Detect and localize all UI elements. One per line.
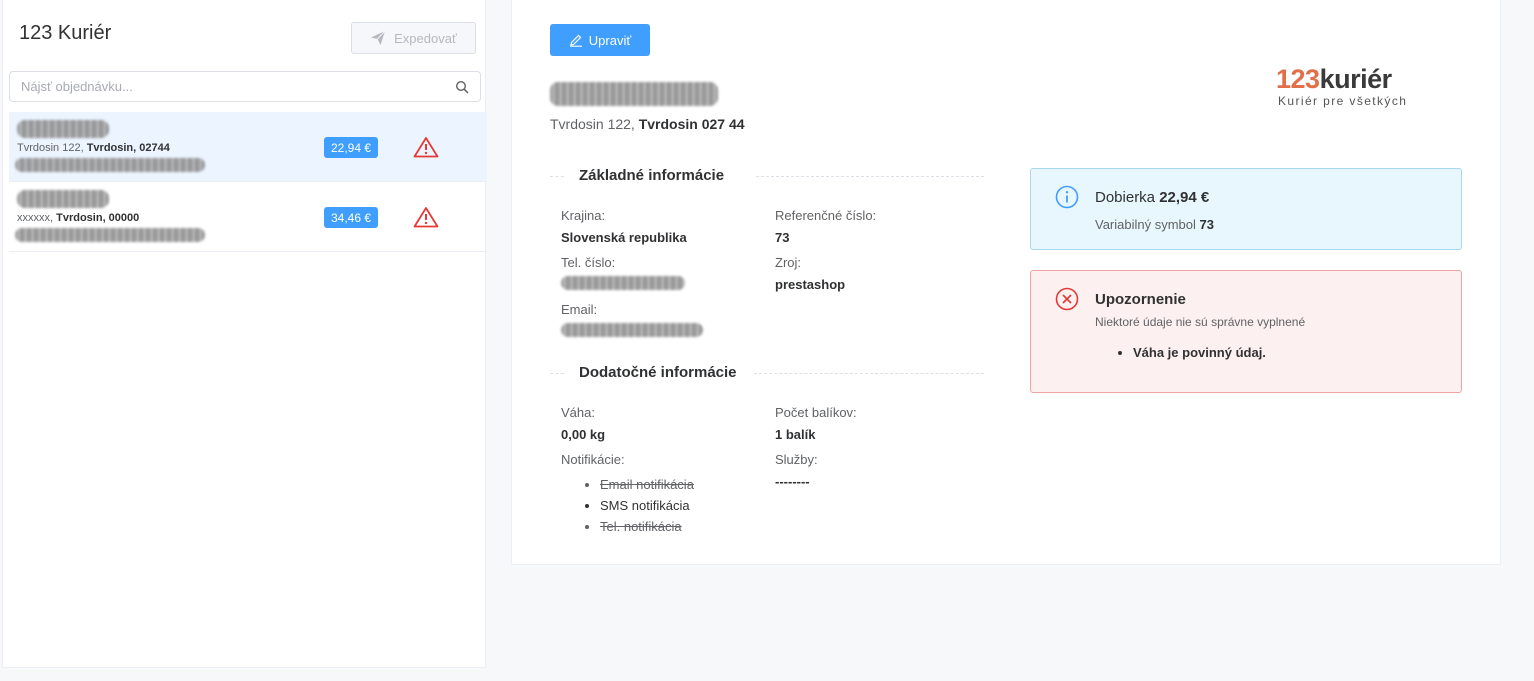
services-field: Služby: -------- xyxy=(775,452,818,489)
send-icon xyxy=(371,30,386,45)
warning-subtitle: Niektoré údaje nie sú správne vyplnené xyxy=(1095,315,1306,329)
search-icon[interactable] xyxy=(455,80,469,94)
warning-item: Váha je povinný údaj. xyxy=(1133,345,1266,360)
order-address: Tvrdosin 122, Tvrdosin, 02744 xyxy=(17,142,170,154)
order-contact-redacted xyxy=(15,228,205,242)
edit-button-label: Upraviť xyxy=(588,32,632,48)
warning-list: Váha je povinný údaj. xyxy=(1115,345,1266,360)
warning-alert: Upozornenie Niektoré údaje nie sú správn… xyxy=(1030,270,1462,393)
notifications-list: Email notifikácia SMS notifikácia Tel. n… xyxy=(582,476,694,539)
edit-icon xyxy=(569,34,582,47)
error-circle-icon xyxy=(1055,287,1079,311)
expedite-button[interactable]: Expedovať xyxy=(351,22,476,54)
order-customer-name-redacted xyxy=(17,120,109,138)
basic-info-section: Základné informácie xyxy=(550,167,984,187)
warning-icon xyxy=(413,137,439,158)
order-address: xxxxxx, Tvrdosin, 00000 xyxy=(17,212,140,224)
cod-title: Dobierka 22,94 € xyxy=(1095,189,1210,206)
notification-phone: Tel. notifikácia xyxy=(600,518,694,535)
info-icon xyxy=(1055,185,1079,209)
order-customer-name-redacted xyxy=(17,190,109,208)
notification-sms: SMS notifikácia xyxy=(600,497,694,514)
customer-name-redacted xyxy=(550,82,718,106)
source-field: Zroj: prestashop xyxy=(775,255,846,292)
courier-logo: 123kuriér Kuriér pre všetkých xyxy=(1276,64,1408,108)
reference-field: Referenčné číslo: 73 xyxy=(775,208,877,245)
order-search-input[interactable] xyxy=(10,72,480,101)
expedite-button-label: Expedovať xyxy=(394,30,457,46)
cod-alert: Dobierka 22,94 € Variabilný symbol 73 xyxy=(1030,168,1462,250)
sidebar-title: 123 Kuriér xyxy=(19,22,112,44)
variable-symbol: Variabilný symbol 73 xyxy=(1095,217,1214,232)
email-field: Email: xyxy=(561,302,703,337)
phone-value-redacted xyxy=(561,276,685,290)
warning-icon xyxy=(413,207,439,228)
order-contact-redacted xyxy=(15,158,205,172)
orders-sidebar: 123 Kuriér Expedovať Tvrdosin 122, Tvrdo… xyxy=(2,0,487,668)
edit-button[interactable]: Upraviť xyxy=(550,24,650,56)
weight-field: Váha: 0,00 kg xyxy=(561,405,606,442)
order-price-badge: 22,94 € xyxy=(324,137,379,158)
phone-field: Tel. číslo: xyxy=(561,255,685,290)
country-field: Krajina: Slovenská republika xyxy=(561,208,687,245)
order-price-badge: 34,46 € xyxy=(324,207,379,228)
notifications-field: Notifikácie: xyxy=(561,452,625,467)
section-title: Základné informácie xyxy=(579,167,725,184)
additional-info-section: Dodatočné informácie xyxy=(550,364,984,384)
order-list-item[interactable]: Tvrdosin 122, Tvrdosin, 02744 22,94 € xyxy=(9,112,487,182)
customer-address: Tvrdosin 122, Tvrdosin 027 44 xyxy=(550,116,745,132)
section-title: Dodatočné informácie xyxy=(579,364,737,381)
packages-field: Počet balíkov: 1 balík xyxy=(775,405,857,442)
order-search xyxy=(9,71,481,102)
email-value-redacted xyxy=(561,323,703,337)
order-list-item[interactable]: xxxxxx, Tvrdosin, 00000 34,46 € xyxy=(9,182,487,252)
warning-title: Upozornenie xyxy=(1095,291,1186,308)
notification-email: Email notifikácia xyxy=(600,476,694,493)
